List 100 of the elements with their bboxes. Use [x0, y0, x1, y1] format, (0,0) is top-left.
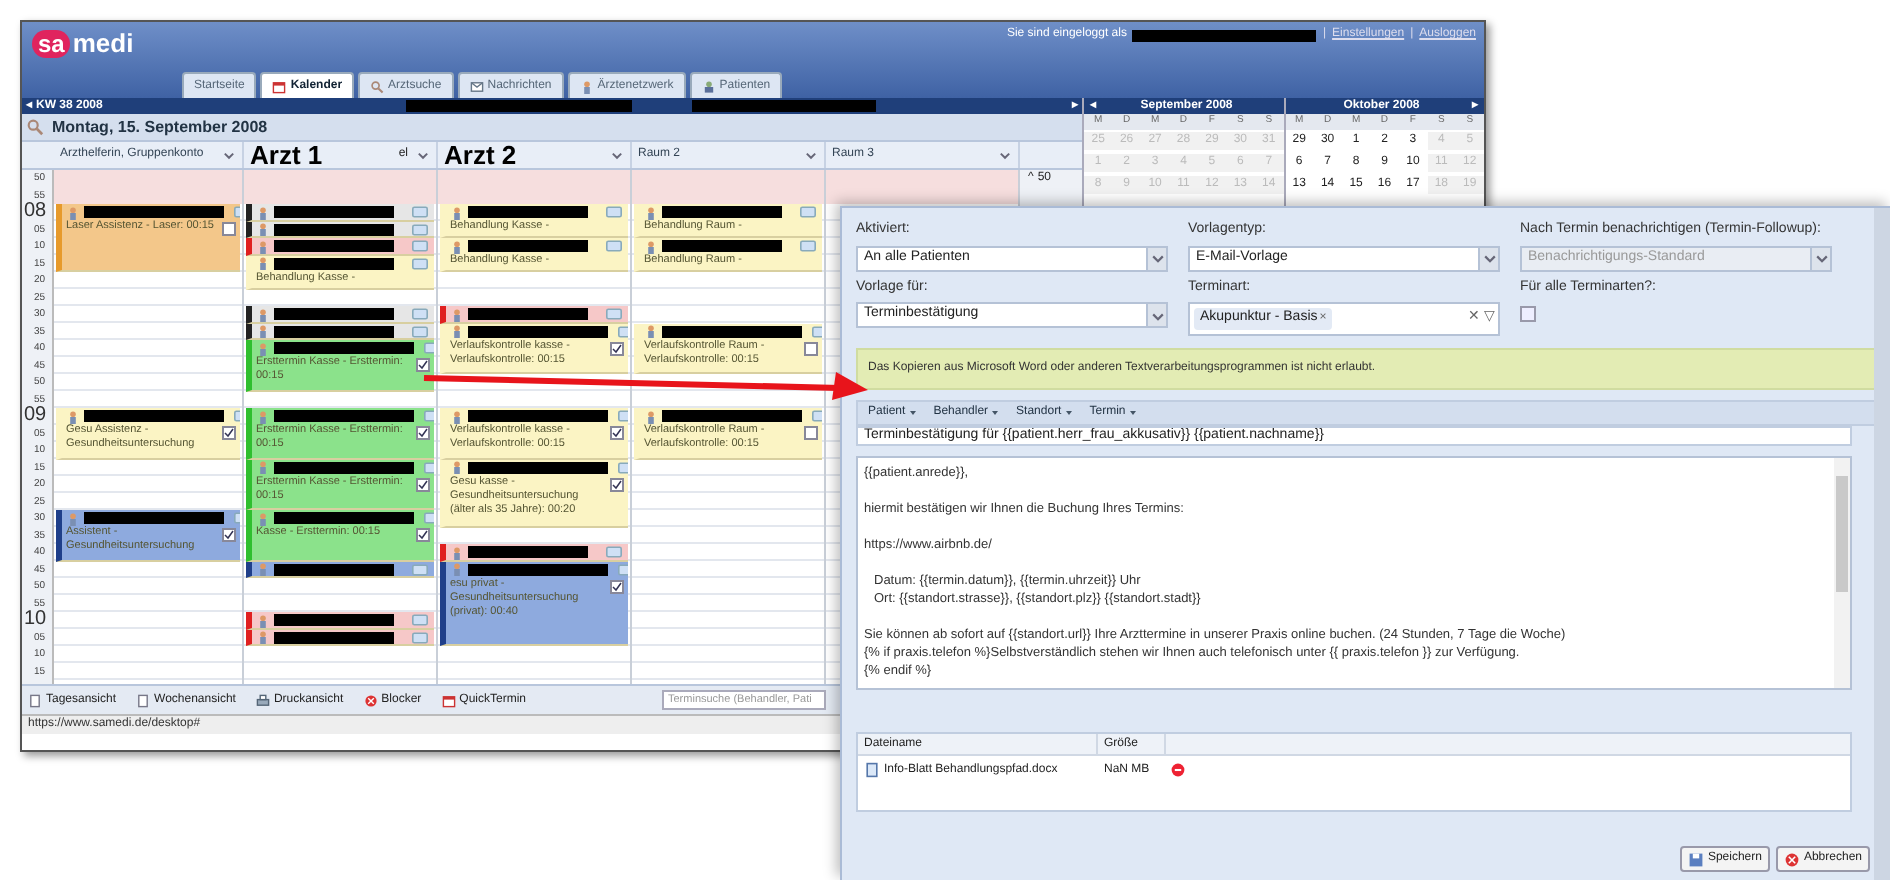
time-label: 09	[24, 406, 47, 426]
person-icon	[450, 324, 464, 338]
redaction-bar	[274, 342, 414, 354]
person-icon	[256, 324, 270, 338]
checkbox[interactable]	[610, 477, 624, 491]
redaction-bar	[274, 410, 414, 422]
scrollbar[interactable]	[1834, 458, 1850, 688]
logo-text: medi	[72, 30, 134, 58]
appointment[interactable]	[246, 204, 434, 221]
dropdown-button[interactable]	[998, 148, 1012, 162]
person-icon	[256, 239, 270, 253]
person-icon	[450, 545, 464, 559]
column-title: Arzt 2	[444, 137, 517, 174]
appointment[interactable]	[246, 238, 434, 255]
redaction-bar	[274, 512, 414, 524]
checkbox[interactable]	[1520, 306, 1536, 322]
check-icon	[224, 428, 234, 438]
checkbox[interactable]	[804, 341, 818, 355]
person-icon	[644, 324, 658, 338]
check-icon	[224, 530, 234, 540]
appointment[interactable]	[246, 306, 434, 323]
caret-icon	[222, 148, 236, 162]
person-icon	[450, 205, 464, 219]
redaction-bar	[468, 308, 588, 320]
dropdown-button[interactable]	[222, 148, 236, 162]
redaction-bar	[468, 325, 608, 337]
person-icon	[256, 409, 270, 423]
page-icon	[136, 693, 151, 707]
check-icon	[418, 360, 428, 370]
redaction-bar	[274, 223, 394, 235]
person-icon	[256, 222, 270, 236]
message-body-field[interactable]	[856, 456, 1852, 690]
person-icon	[256, 562, 270, 576]
calendar-icon	[272, 79, 287, 93]
redaction-bar	[468, 563, 608, 575]
checkbox[interactable]	[610, 426, 624, 440]
checkbox[interactable]	[416, 477, 430, 491]
check-icon	[612, 581, 622, 591]
person-icon	[256, 341, 270, 355]
person-icon	[644, 205, 658, 219]
caret-icon	[416, 148, 430, 162]
person-icon	[450, 239, 464, 253]
redaction-bar	[468, 240, 588, 252]
printer-icon	[255, 693, 270, 707]
checkbox[interactable]	[416, 426, 430, 440]
checkbox[interactable]	[804, 426, 818, 440]
redaction-bar	[274, 614, 394, 626]
redaction-bar	[274, 563, 394, 575]
checkbox[interactable]	[222, 426, 236, 440]
person-icon	[579, 79, 594, 93]
note-icon	[410, 561, 430, 577]
appointment[interactable]	[440, 306, 628, 323]
caret-icon	[804, 148, 818, 162]
page-icon	[28, 693, 42, 707]
magnifier-icon	[26, 118, 44, 136]
person-icon	[256, 460, 270, 474]
logo-text: sa	[32, 30, 71, 58]
column-title: Arzt 1	[250, 137, 323, 174]
person-icon	[450, 307, 464, 321]
redaction-bar	[274, 325, 394, 337]
chevron-down-icon	[1481, 250, 1497, 266]
delete-button[interactable]	[1170, 762, 1186, 778]
checkbox[interactable]	[222, 222, 236, 236]
person-icon	[450, 460, 464, 474]
person-icon	[450, 562, 464, 576]
person-icon	[450, 409, 464, 423]
dropdown-button[interactable]	[610, 148, 624, 162]
appointment[interactable]	[440, 544, 628, 561]
time-label: 08	[24, 202, 47, 222]
checkbox[interactable]	[222, 528, 236, 542]
redaction-bar	[662, 410, 802, 422]
redaction-bar	[468, 461, 608, 473]
redaction-bar	[274, 206, 394, 218]
checkbox[interactable]	[416, 358, 430, 372]
check-icon	[418, 428, 428, 438]
caret-icon	[998, 148, 1012, 162]
scrollbar[interactable]	[1874, 208, 1890, 880]
appointment[interactable]	[246, 612, 434, 629]
person-icon	[66, 511, 80, 525]
check-icon	[418, 530, 428, 540]
dropdown-button[interactable]	[416, 148, 430, 162]
redaction-bar	[274, 308, 394, 320]
redaction-bar	[84, 410, 224, 422]
caret-icon	[990, 408, 1001, 418]
person-icon	[256, 630, 270, 644]
person-icon	[644, 239, 658, 253]
date-title: Montag, 15. September 2008	[52, 115, 268, 139]
checkbox[interactable]	[416, 528, 430, 542]
check-icon	[612, 343, 622, 353]
check-icon	[612, 428, 622, 438]
check-icon	[612, 479, 622, 489]
caret-icon	[610, 148, 624, 162]
checkbox[interactable]	[610, 341, 624, 355]
caret-icon	[1127, 408, 1138, 418]
redaction-bar	[274, 631, 394, 643]
redaction-bar	[274, 461, 414, 473]
redaction-bar	[84, 512, 224, 524]
dropdown-button[interactable]	[804, 148, 818, 162]
checkbox[interactable]	[610, 579, 624, 593]
redaction-bar	[468, 546, 588, 558]
